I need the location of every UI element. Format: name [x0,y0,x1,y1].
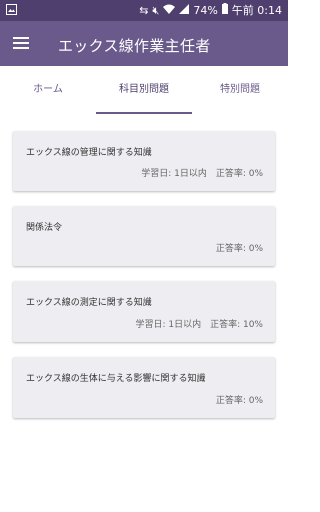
app-title: エックス線作業主任者 [58,37,211,55]
tab-home[interactable]: ホーム [0,66,96,114]
subject-card-law[interactable]: 関係法令 正答率: 0% [13,206,275,266]
status-right: ⇆ 🔇︎ 74% 午前 0:14 [139,3,282,18]
subject-card-management[interactable]: エックス線の管理に関する知識 学習日: 1日以内 正答率: 0% [13,131,275,191]
tab-bar: ホーム 科目別問題 特別問題 [0,66,288,114]
subject-card-biology[interactable]: エックス線の生体に与える影響に関する知識 正答率: 0% [13,357,275,418]
tab-special[interactable]: 特別問題 [192,66,288,114]
wifi-icon [163,4,176,18]
battery-text: 74% [193,3,218,17]
subject-title: エックス線の管理に関する知識 [26,148,152,158]
clock: 午前 0:14 [231,3,282,17]
sync-icon: ⇆ [139,3,149,17]
subject-stats: 学習日: 1日以内 正答率: 10% [135,320,263,330]
mute-icon: 🔇︎ [152,3,160,17]
image-icon [6,4,17,18]
app-bar: エックス線作業主任者 [0,21,288,66]
subject-title: エックス線の測定に関する知識 [26,298,152,308]
status-bar: ⇆ 🔇︎ 74% 午前 0:14 [0,0,288,21]
subject-card-measurement[interactable]: エックス線の測定に関する知識 学習日: 1日以内 正答率: 10% [13,281,275,342]
subject-title: 関係法令 [26,223,63,233]
subject-stats: 正答率: 0% [215,396,263,406]
subject-title: エックス線の生体に与える影響に関する知識 [26,374,206,384]
signal-icon [179,3,190,18]
subject-stats: 正答率: 0% [215,244,263,254]
menu-button[interactable] [10,32,34,56]
battery-icon [221,3,228,18]
subject-list: エックス線の管理に関する知識 学習日: 1日以内 正答率: 0% 関係法令 正答… [13,131,275,433]
subject-stats: 学習日: 1日以内 正答率: 0% [141,169,263,179]
tab-subjects[interactable]: 科目別問題 [96,66,192,114]
